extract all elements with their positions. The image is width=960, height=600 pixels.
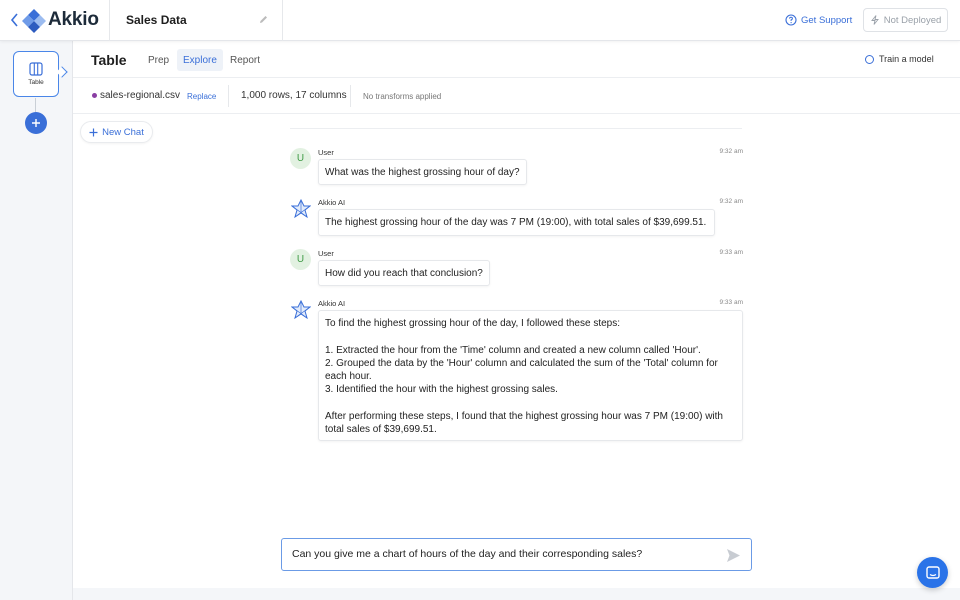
message-sender: User [318,148,334,157]
user-avatar: U [290,249,311,270]
transforms-status: No transforms applied [363,92,442,101]
message-time: 9:33 am [719,249,744,256]
page-title[interactable]: Sales Data [126,13,187,27]
message-sender: Akkio AI [318,198,346,207]
message-sender: Akkio AI [318,299,346,308]
ai-avatar-icon [291,199,311,219]
user-message-bubble: How did you reach that conclusion? [318,260,490,286]
section-title: Table [91,52,127,68]
rows-info: 1,000 rows, 17 columns [241,90,347,101]
train-model-label: Train a model [879,54,934,64]
get-support-label: Get Support [801,14,853,26]
user-avatar: U [290,148,311,169]
file-dot-icon [92,93,97,98]
table-nav-card[interactable]: Table [13,51,59,97]
top-bar: Akkio Sales Data Get Support Not Deploye… [0,0,960,41]
tab-report[interactable]: Report [224,49,266,71]
divider [290,128,742,129]
support-chat-widget[interactable] [917,557,948,588]
divider [282,0,283,41]
dataset-filename: sales-regional.csv [100,90,181,101]
lightning-icon [870,15,879,25]
plus-icon [89,128,98,136]
tab-prep[interactable]: Prep [142,49,175,71]
circle-icon [865,54,874,64]
get-support-link[interactable]: Get Support [785,14,852,26]
new-chat-button[interactable]: New Chat [80,121,153,143]
ai-avatar-icon [291,300,311,320]
help-circle-icon [785,14,797,26]
deploy-label: Not Deployed [883,14,942,26]
plus-icon [32,119,40,127]
deploy-button[interactable]: Not Deployed [863,8,948,32]
connector-line [35,98,36,112]
sub-header: Table Prep Explore Report Train a model [73,41,960,78]
divider [228,85,229,107]
add-step-button[interactable] [25,112,47,134]
chat-input-value: Can you give me a chart of hours of the … [292,548,643,560]
divider [109,0,110,41]
tab-explore[interactable]: Explore [177,49,223,71]
table-columns-icon [29,62,43,76]
message-time: 9:33 am [719,299,744,306]
logo-text: Akkio [48,9,99,30]
replace-link[interactable]: Replace [187,92,216,101]
akkio-logo-icon [22,9,46,33]
message-time: 9:32 am [719,198,744,205]
train-model-button[interactable]: Train a model [865,54,934,64]
divider [350,85,351,107]
send-icon[interactable] [726,548,741,563]
dataset-bar: sales-regional.csv Replace 1,000 rows, 1… [73,78,960,114]
ai-message-bubble: The highest grossing hour of the day was… [318,209,715,236]
chat-bubble-icon [925,565,940,579]
message-time: 9:32 am [719,148,744,155]
chat-input[interactable]: Can you give me a chart of hours of the … [281,538,752,571]
table-nav-label: Table [28,79,44,86]
user-message-bubble: What was the highest grossing hour of da… [318,159,527,185]
new-chat-label: New Chat [102,126,144,138]
pencil-icon[interactable] [258,14,269,25]
left-rail: Table [0,41,73,600]
message-sender: User [318,249,334,258]
ai-message-bubble: To find the highest grossing hour of the… [318,310,743,441]
footer-strip [73,588,960,600]
